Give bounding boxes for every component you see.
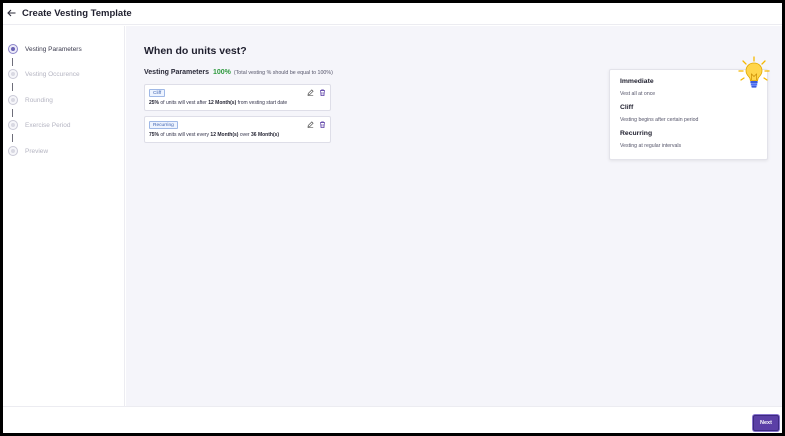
info-item-cliff: Cliff Vesting begins after certain perio… (620, 104, 698, 123)
step-preview[interactable]: Preview (8, 144, 48, 158)
vesting-duration: 12 Month(s) (210, 132, 239, 138)
info-title: Immediate (620, 78, 654, 85)
vesting-description: 75% of units will vest every 12 Month(s)… (149, 132, 279, 138)
info-description: Vest all at once (620, 91, 656, 97)
step-label: Exercise Period (25, 121, 71, 129)
step-indicator-icon (8, 95, 18, 105)
step-label: Vesting Parameters (25, 45, 82, 53)
card-actions (306, 120, 326, 128)
top-bar: Create Vesting Template (3, 3, 782, 25)
footer-bar: Next (3, 406, 782, 433)
info-item-recurring: Recurring Vesting at regular intervals (620, 130, 681, 149)
vesting-total-duration: 36 Month(s) (251, 132, 280, 138)
card-actions (306, 88, 326, 96)
vesting-duration: 12 Month(s) (208, 100, 237, 106)
step-label: Vesting Occurence (25, 70, 80, 78)
info-item-immediate: Immediate Vest all at once (620, 78, 655, 97)
vesting-type-badge: Cliff (149, 89, 166, 97)
vesting-parameters-label: Vesting Parameters (144, 69, 209, 76)
app-window: Create Vesting Template Vesting Paramete… (3, 3, 782, 433)
vesting-total-percent: 100% (212, 69, 231, 76)
page-title: Create Vesting Template (22, 8, 132, 19)
step-label: Rounding (25, 96, 53, 104)
stepper-sidebar: Vesting Parameters Vesting Occurence Rou… (3, 26, 125, 406)
edit-icon[interactable] (306, 88, 314, 96)
step-label: Preview (25, 147, 49, 155)
info-description: Vesting at regular intervals (620, 143, 682, 149)
step-vesting-parameters[interactable]: Vesting Parameters (8, 42, 82, 56)
back-arrow-icon[interactable] (7, 8, 19, 20)
vesting-parameters-summary: Vesting Parameters 100% (Total vesting %… (144, 69, 333, 76)
vesting-total-note: (Total vesting % should be equal to 100%… (233, 70, 333, 76)
step-rounding[interactable]: Rounding (8, 93, 53, 107)
vesting-description: 25% of units will vest after 12 Month(s)… (149, 100, 287, 106)
delete-icon[interactable] (318, 120, 326, 128)
step-indicator-icon (8, 44, 18, 54)
step-connector (12, 109, 13, 117)
vesting-card-cliff: Cliff 25% of units will vest after 12 Mo… (144, 84, 331, 111)
vesting-percent: 25% (149, 100, 160, 106)
step-indicator-icon (8, 146, 18, 156)
info-description: Vesting begins after certain period (620, 117, 699, 123)
step-indicator-icon (8, 120, 18, 130)
edit-icon[interactable] (306, 120, 314, 128)
vesting-text: of units will vest every (159, 132, 211, 138)
next-button[interactable]: Next (753, 415, 779, 431)
info-title: Recurring (620, 130, 653, 137)
step-indicator-icon (8, 69, 18, 79)
vesting-type-badge: Recurring (149, 121, 178, 129)
step-connector (12, 83, 13, 91)
vesting-card-recurring: Recurring 75% of units will vest every 1… (144, 116, 331, 143)
info-title: Cliff (620, 104, 634, 111)
vesting-text: of units will vest after (159, 100, 209, 106)
step-vesting-occurence[interactable]: Vesting Occurence (8, 67, 80, 81)
main-content: When do units vest? Vesting Parameters 1… (126, 26, 782, 406)
lightbulb-icon (738, 56, 770, 88)
section-heading: When do units vest? (144, 45, 247, 57)
step-connector (12, 134, 13, 142)
vesting-text: from vesting start date (236, 100, 288, 106)
vesting-percent: 75% (149, 132, 160, 138)
vesting-text: over (238, 132, 251, 138)
delete-icon[interactable] (318, 88, 326, 96)
step-exercise-period[interactable]: Exercise Period (8, 118, 71, 132)
step-connector (12, 58, 13, 66)
